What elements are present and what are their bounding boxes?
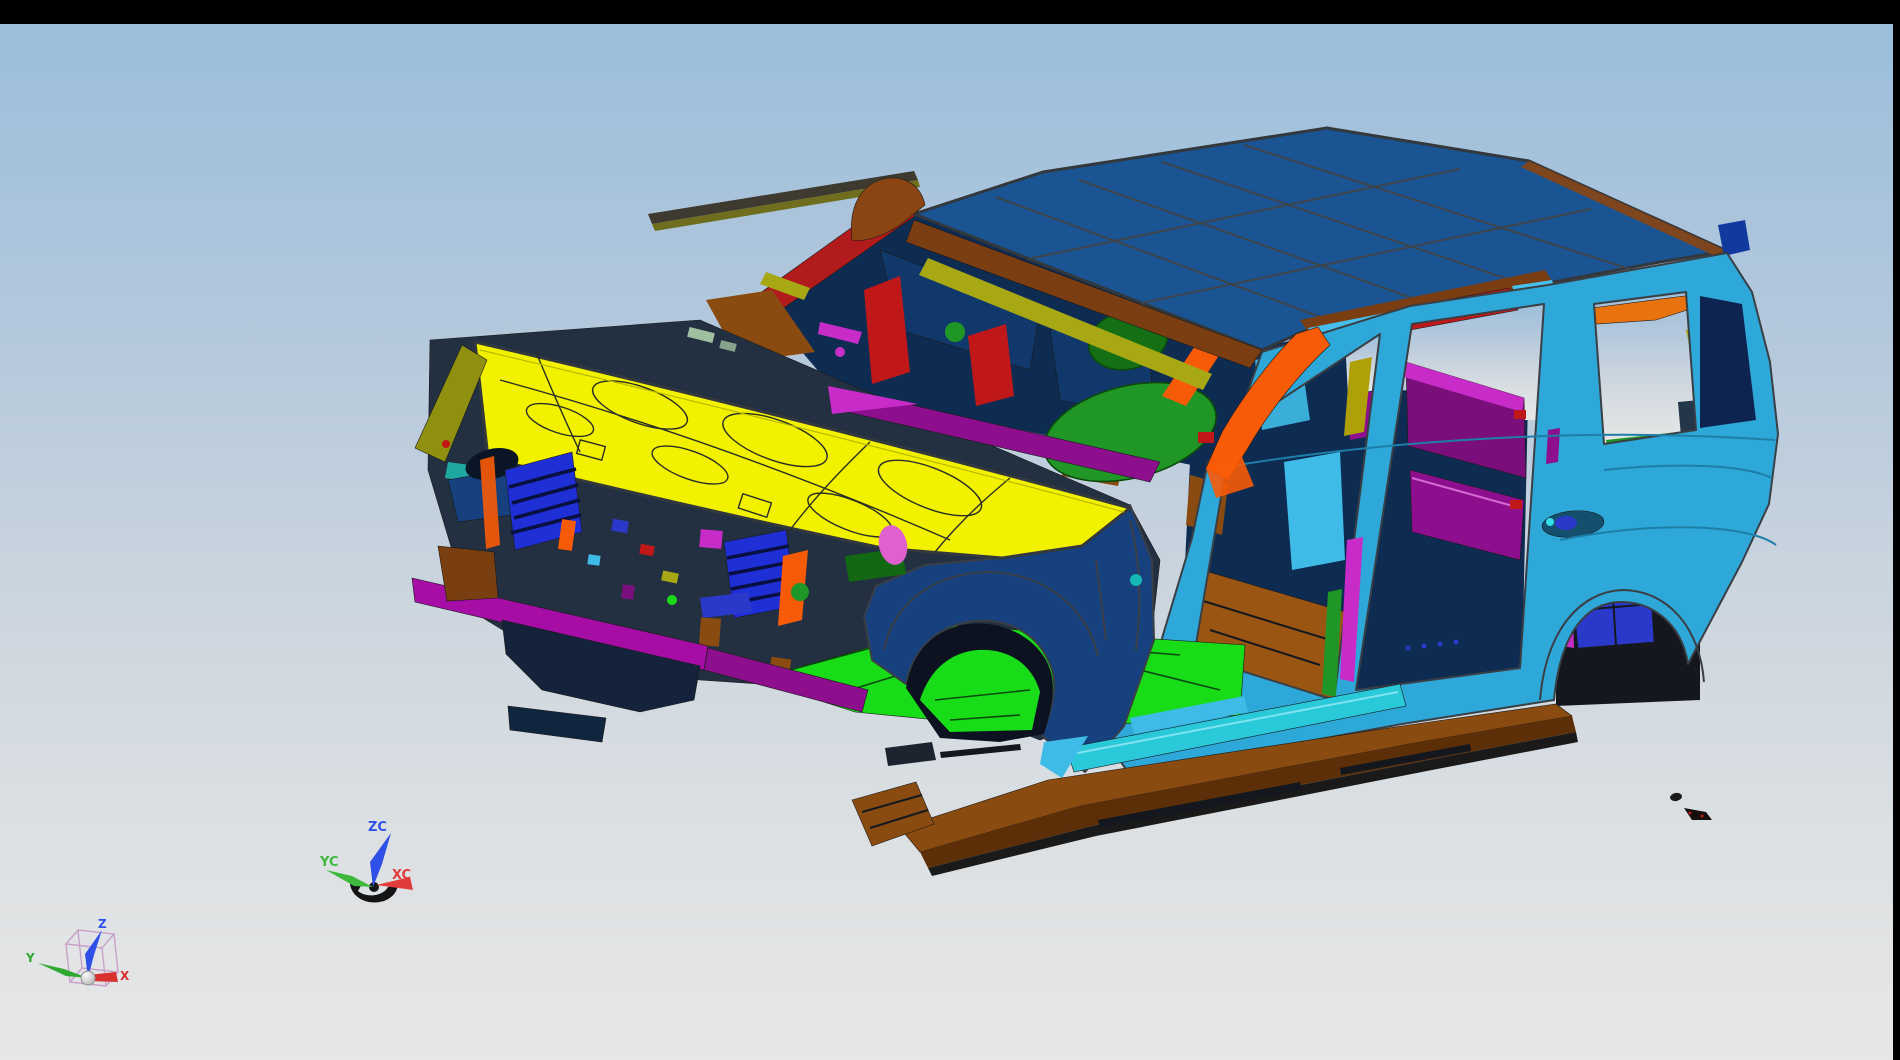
cad-application-window: ZC YC XC Z Y X bbox=[0, 0, 1900, 1060]
right-black-bar bbox=[1893, 0, 1900, 1060]
fender-teal-dot bbox=[1130, 574, 1142, 586]
abs-origin-sphere bbox=[81, 971, 95, 985]
wcs-z-label: ZC bbox=[368, 820, 387, 835]
c-pillar-purple-bit bbox=[1546, 428, 1560, 464]
wcs-y-label: YC bbox=[319, 855, 339, 870]
abs-y-label: Y bbox=[25, 951, 35, 965]
viewport-3d[interactable]: ZC YC XC Z Y X bbox=[0, 0, 1900, 1060]
wcs-x-label: XC bbox=[392, 868, 411, 883]
abs-x-label: X bbox=[120, 969, 130, 983]
top-black-bar bbox=[0, 0, 1900, 24]
front-brown-bracket bbox=[438, 546, 498, 601]
abs-z-label: Z bbox=[98, 917, 107, 931]
